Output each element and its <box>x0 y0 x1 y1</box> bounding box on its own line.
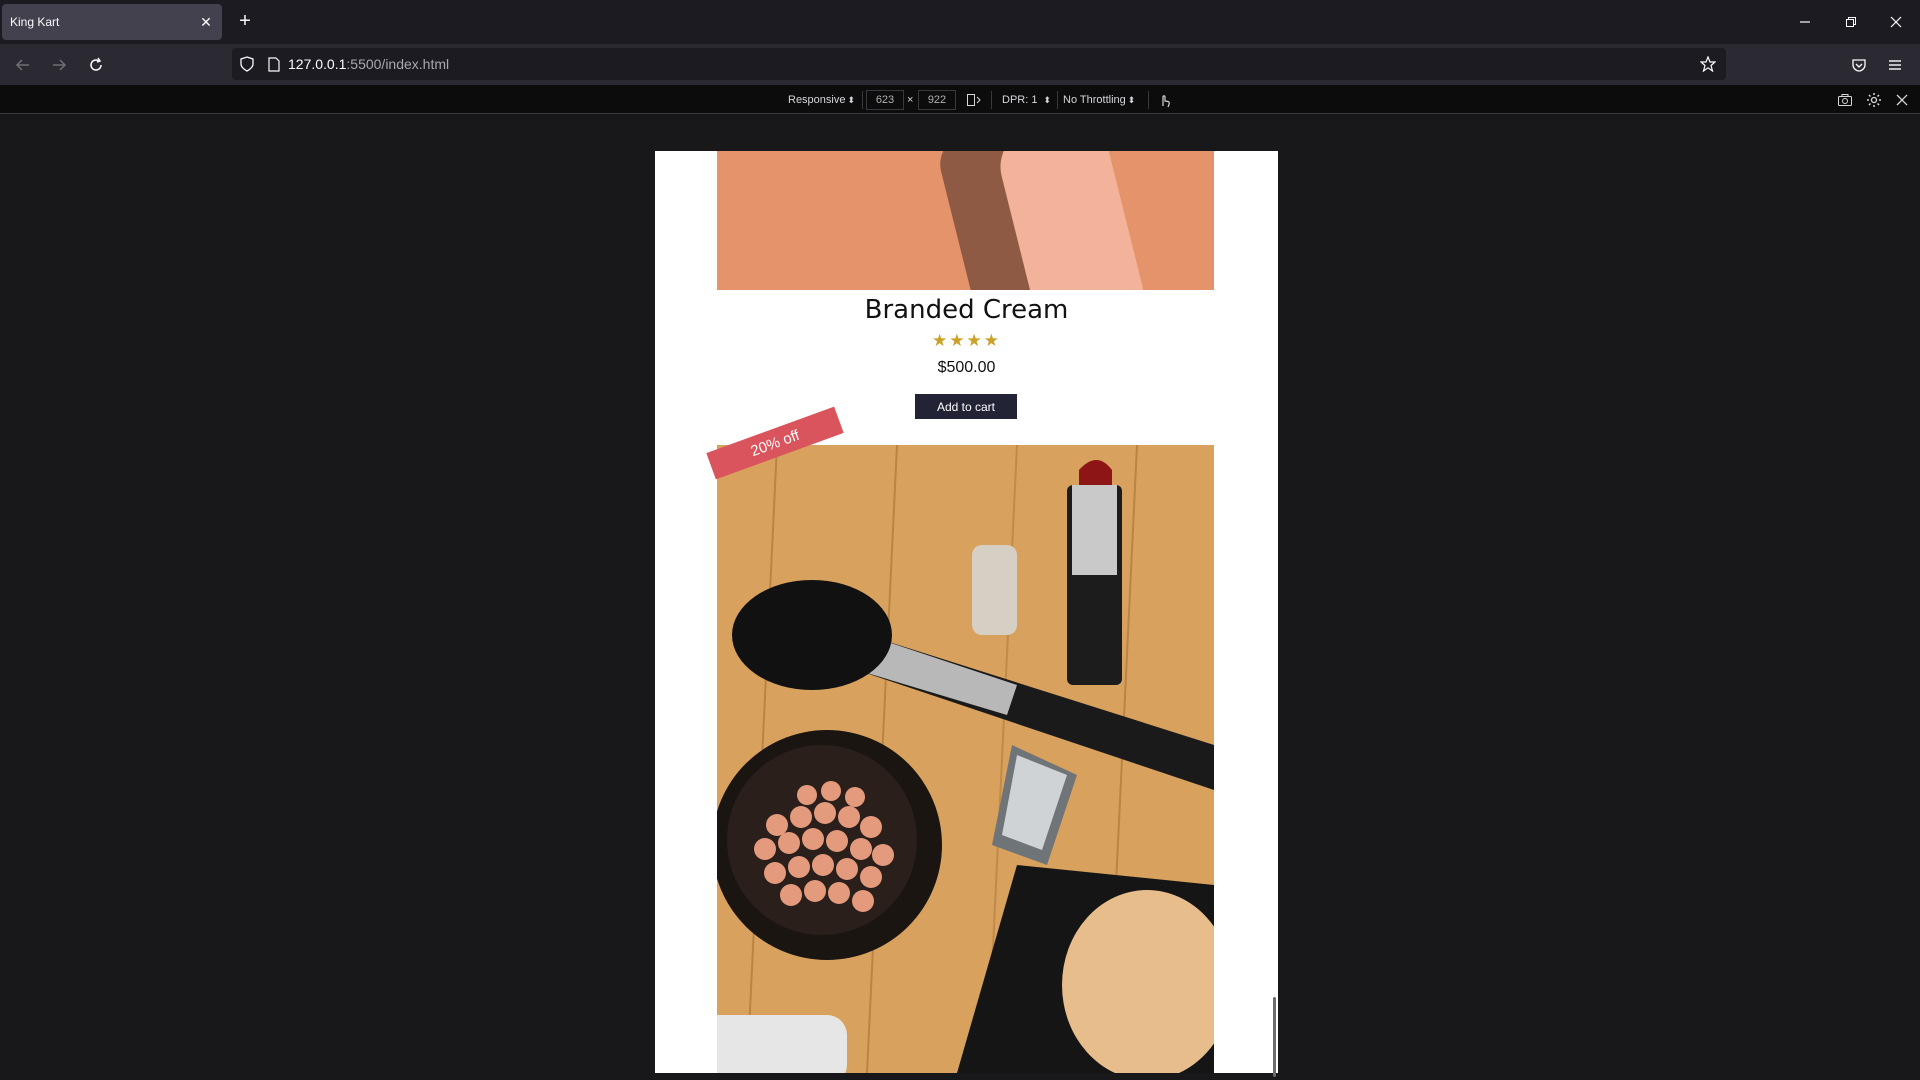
responsive-toolbar: Responsive ⬍ 623 × 922 DPR: 1 ⬍ No Throt… <box>0 85 1920 114</box>
url-host: 127.0.0.1 <box>288 56 347 72</box>
divider <box>1148 91 1149 109</box>
width-input[interactable]: 623 <box>866 90 904 110</box>
close-rdm-icon[interactable] <box>1896 90 1908 110</box>
responsive-viewport-area: Branded Cream ★★★★ $500.00 Add to cart 2… <box>0 114 1920 1080</box>
updown-icon: ⬍ <box>1127 94 1136 105</box>
tab-strip: King Kart ✕ + <box>0 0 1920 44</box>
times-symbol: × <box>907 94 914 106</box>
divider <box>862 91 863 109</box>
page-viewport: Branded Cream ★★★★ $500.00 Add to cart 2… <box>655 151 1278 1073</box>
url-bar[interactable]: 127.0.0.1:5500/index.html <box>232 48 1726 80</box>
close-window-icon[interactable] <box>1876 8 1916 36</box>
minimize-icon[interactable] <box>1785 8 1825 36</box>
browser-tab[interactable]: King Kart ✕ <box>2 4 222 40</box>
rotate-icon[interactable] <box>966 90 982 110</box>
add-to-cart-button[interactable]: Add to cart <box>915 394 1017 419</box>
makeup-illustration <box>717 445 1214 1073</box>
touch-simulation-icon[interactable] <box>1158 90 1172 110</box>
new-tab-icon[interactable]: + <box>234 10 256 32</box>
dpr-selector[interactable]: DPR: 1 ⬍ <box>1002 90 1051 110</box>
updown-icon: ⬍ <box>847 94 856 105</box>
updown-icon: ⬍ <box>1043 94 1052 105</box>
pocket-icon[interactable] <box>1846 52 1872 78</box>
divider <box>1057 91 1058 109</box>
product-image-cream[interactable] <box>717 151 1214 290</box>
screenshot-icon[interactable] <box>1837 90 1853 110</box>
throttling-label: No Throttling <box>1063 94 1126 106</box>
height-input[interactable]: 922 <box>918 90 956 110</box>
reload-icon[interactable] <box>83 52 109 78</box>
device-selector[interactable]: Responsive ⬍ <box>788 90 855 110</box>
throttling-selector[interactable]: No Throttling ⬍ <box>1063 90 1135 110</box>
restore-icon[interactable] <box>1831 8 1871 36</box>
tab-title: King Kart <box>10 15 60 29</box>
bookmark-star-icon[interactable] <box>1699 55 1717 77</box>
forward-icon[interactable] <box>46 52 72 78</box>
star-rating-icon: ★★★★ <box>932 331 1001 350</box>
menu-icon[interactable] <box>1882 52 1908 78</box>
device-label: Responsive <box>788 94 846 106</box>
close-tab-icon[interactable]: ✕ <box>198 14 214 31</box>
page-icon <box>268 56 288 72</box>
back-icon[interactable] <box>10 52 36 78</box>
product-image-makeup[interactable] <box>717 445 1214 1073</box>
nav-bar: 127.0.0.1:5500/index.html <box>0 44 1920 85</box>
viewport-scrollbar[interactable] <box>1273 997 1276 1077</box>
product-price: $500.00 <box>937 359 996 376</box>
product-title: Branded Cream <box>864 295 1069 325</box>
divider <box>991 91 992 109</box>
url-path: :5500/index.html <box>346 56 450 72</box>
dpr-label: DPR: 1 <box>1002 94 1038 106</box>
settings-gear-icon[interactable] <box>1866 90 1882 110</box>
shield-icon[interactable] <box>240 56 260 72</box>
